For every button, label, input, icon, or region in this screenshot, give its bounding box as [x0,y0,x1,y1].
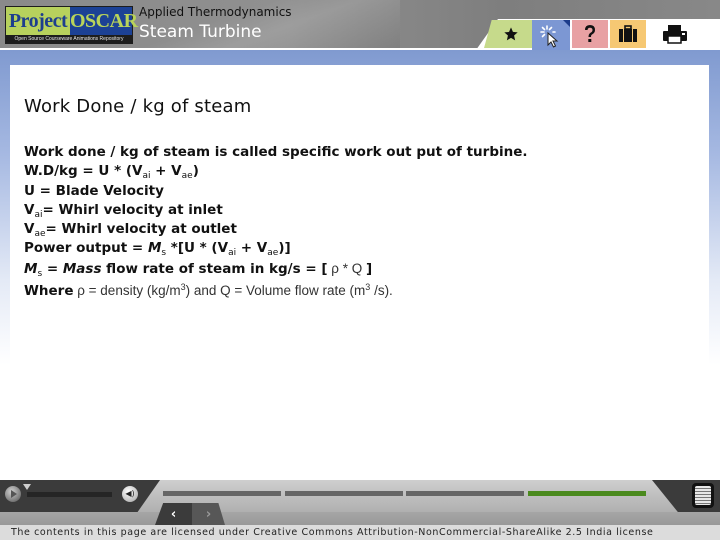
project-oscar-logo: Project OSCAR Open Source Courseware Ani… [5,6,138,44]
scrub-handle[interactable] [23,484,31,490]
question-icon [582,24,598,44]
tab-star[interactable] [484,20,532,48]
briefcase-icon [618,25,638,43]
where-line: Where ρ = density (kg/m3) and Q = Volume… [24,282,393,300]
printer-icon [662,24,688,44]
definition-line: Work done / kg of steam is called specif… [24,144,528,160]
play-icon[interactable] [5,486,21,502]
tab-help[interactable] [572,20,608,48]
logo-tagline: Open Source Courseware Animations Reposi… [14,36,124,42]
progress-segment-3[interactable] [406,491,524,496]
content-body: Work done / kg of steam is called specif… [24,143,528,300]
progress-segment-1[interactable] [163,491,281,496]
logo-word-oscar: OSCAR [70,7,138,35]
license-text: The contents in this page are licensed u… [0,525,720,540]
logo-word-project: Project [6,7,70,35]
nav-strip [0,512,720,525]
course-title: Applied Thermodynamics [139,5,292,19]
whirl-outlet-line: Vae= Whirl velocity at outlet [24,221,237,240]
mass-flow-line: Ms = Mass flow rate of steam in kg/s = [… [24,260,373,279]
progress-segment-2[interactable] [285,491,403,496]
notes-button[interactable] [692,483,714,508]
power-output-formula: Power output = Ms *[U * (Vai + Vae)] [24,240,291,259]
scrub-track[interactable] [27,492,112,497]
tab-print[interactable] [650,20,700,48]
content-heading: Work Done / kg of steam [24,96,252,117]
whirl-inlet-line: Vai= Whirl velocity at inlet [24,201,223,220]
progress-segment-4-current[interactable] [528,491,646,496]
speaker-icon[interactable]: ◀) [122,486,138,502]
topic-title: Steam Turbine [139,22,262,42]
cursor-click-icon [539,24,563,48]
tab-resources[interactable] [610,20,646,48]
blade-velocity-line: U = Blade Velocity [24,182,164,199]
notes-icon [695,486,711,505]
tab-interactive[interactable] [532,20,570,51]
work-done-formula: W.D/kg = U * (Vai + Vae) [24,163,199,182]
star-icon [503,26,519,42]
